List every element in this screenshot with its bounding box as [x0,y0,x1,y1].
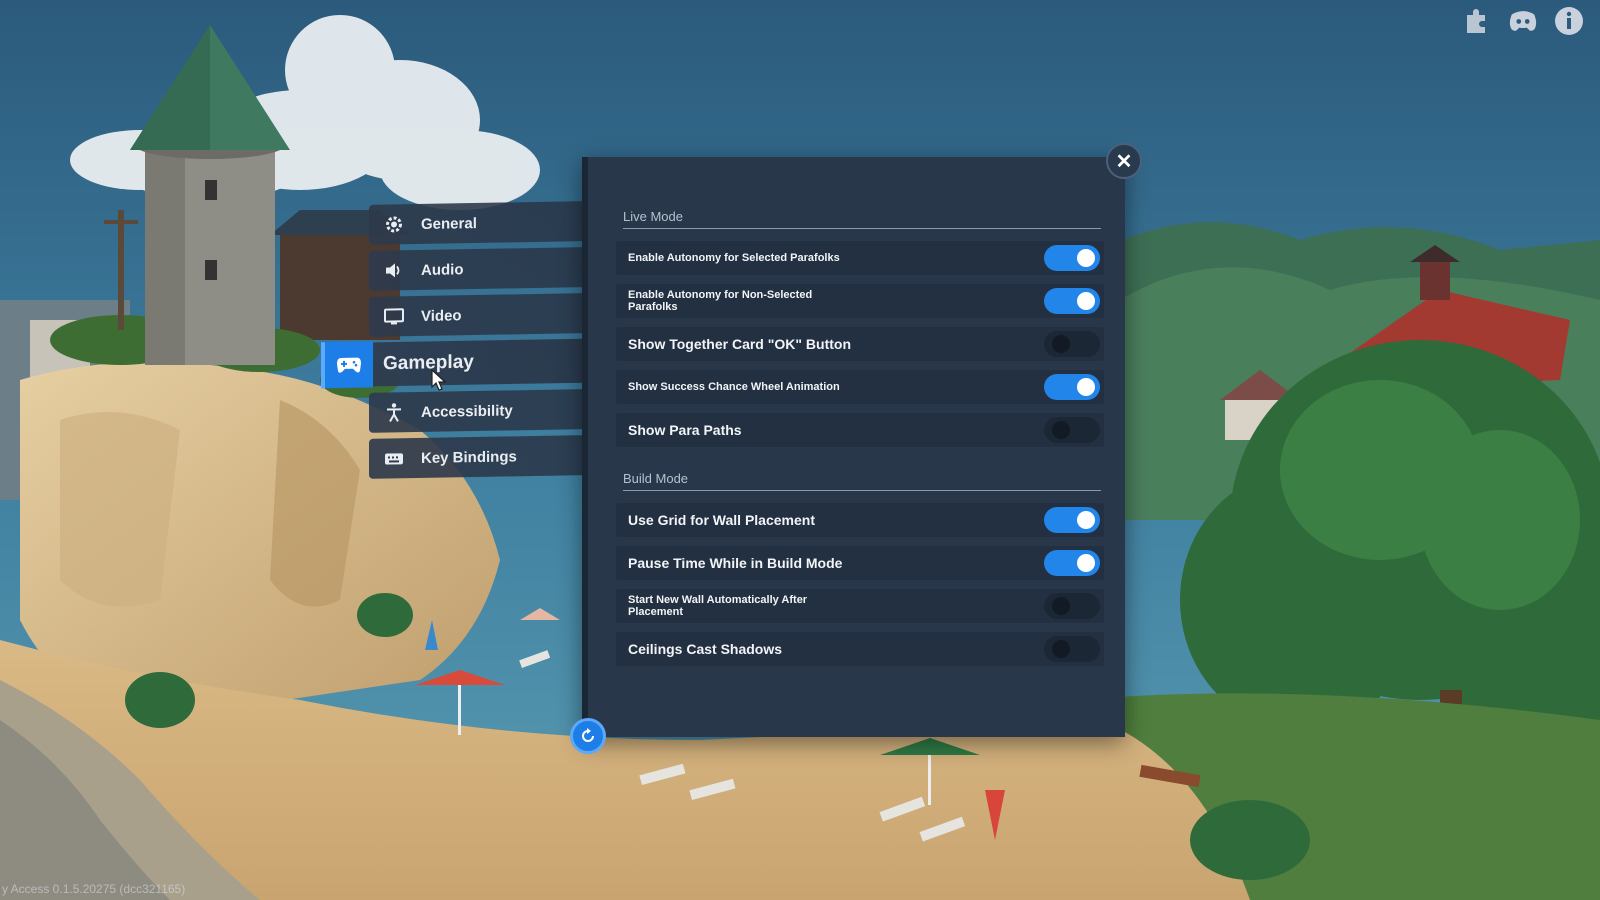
setting-row: Start New Wall Automatically After Place… [616,589,1104,623]
setting-label: Ceilings Cast Shadows [628,641,783,657]
settings-tabs: General Audio Video Gameplay Accessibili… [321,201,584,483]
toggle-switch[interactable] [1044,550,1100,576]
toggle-switch[interactable] [1044,636,1100,662]
discord-icon[interactable] [1508,6,1538,36]
setting-label: Show Together Card "OK" Button [628,336,852,352]
version-text: y Access 0.1.5.20275 (dcc321165) [2,882,186,896]
top-right-icons [1462,6,1584,36]
info-icon[interactable] [1554,6,1584,36]
game-scene: General Audio Video Gameplay Accessibili… [0,0,1600,900]
tab-label: Video [421,306,462,325]
tab-general[interactable]: General [369,201,584,245]
tab-label: Accessibility [421,401,513,421]
tab-accessibility[interactable]: Accessibility [369,389,584,433]
setting-label: Show Success Chance Wheel Animation [628,381,840,393]
toggle-switch[interactable] [1044,288,1100,314]
gamepad-icon [321,341,373,389]
refresh-icon [582,728,594,742]
tab-audio[interactable]: Audio [369,247,584,291]
live-mode-section-title: Live Mode [623,209,1101,229]
gear-icon [383,213,405,235]
close-icon: ✕ [1115,150,1133,173]
build-mode-section-title: Build Mode [623,471,1101,491]
toggle-switch[interactable] [1044,374,1100,400]
setting-row: Show Success Chance Wheel Animation [616,370,1104,404]
setting-row: Show Para Paths [616,413,1104,447]
monitor-icon [383,305,405,327]
toggle-switch[interactable] [1044,245,1100,271]
puzzle-icon[interactable] [1462,6,1492,36]
mouse-cursor-icon [430,368,450,397]
toggle-switch[interactable] [1044,417,1100,443]
toggle-switch[interactable] [1044,331,1100,357]
toggle-switch[interactable] [1044,507,1100,533]
setting-label: Pause Time While in Build Mode [628,555,843,571]
setting-label: Use Grid for Wall Placement [628,512,815,528]
keyboard-icon [383,447,405,469]
tab-key-bindings[interactable]: Key Bindings [369,435,584,479]
setting-row: Pause Time While in Build Mode [616,546,1104,580]
tab-gameplay[interactable]: Gameplay [321,338,584,389]
setting-label: Show Para Paths [628,422,742,438]
reset-defaults-button[interactable] [570,718,606,754]
gameplay-settings-panel: Live Mode Enable Autonomy for Selected P… [582,157,1125,737]
speaker-icon [383,259,405,281]
setting-row: Enable Autonomy for Selected Parafolks [616,241,1104,275]
setting-label: Enable Autonomy for Non-Selected Parafol… [628,289,813,313]
setting-label: Start New Wall Automatically After Place… [628,594,808,618]
setting-row: Show Together Card "OK" Button [616,327,1104,361]
tab-video[interactable]: Video [369,293,584,337]
tab-label: Key Bindings [421,447,517,467]
tab-label: Audio [421,260,464,279]
setting-label: Enable Autonomy for Selected Parafolks [628,252,840,264]
setting-row: Use Grid for Wall Placement [616,503,1104,537]
tab-label: Gameplay [383,351,474,375]
toggle-switch[interactable] [1044,593,1100,619]
tab-label: General [421,214,477,233]
accessibility-icon [383,401,405,423]
close-button[interactable]: ✕ [1106,143,1142,179]
setting-row: Enable Autonomy for Non-Selected Parafol… [616,284,1104,318]
setting-row: Ceilings Cast Shadows [616,632,1104,666]
